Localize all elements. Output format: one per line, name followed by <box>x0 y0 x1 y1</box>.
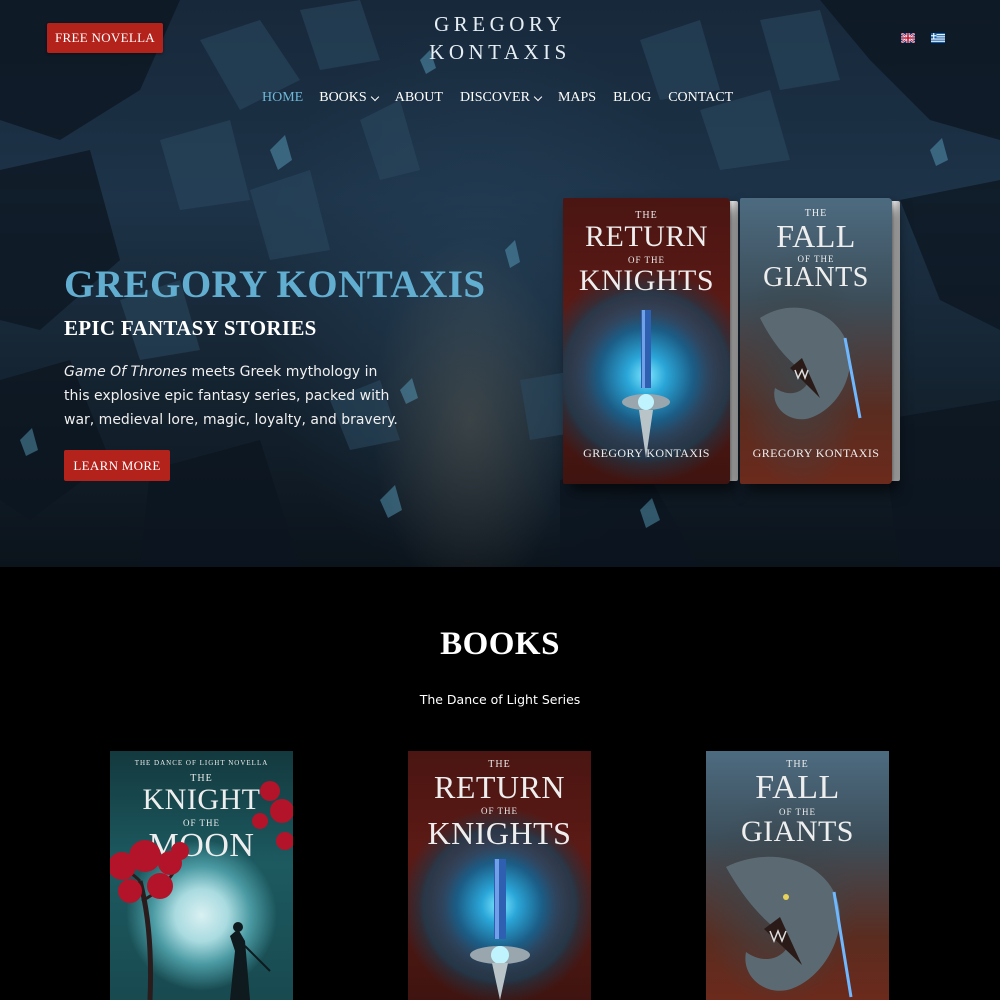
uk-flag-icon[interactable] <box>901 33 915 43</box>
nav-discover-label: DISCOVER <box>459 90 530 105</box>
nav-contact[interactable]: CONTACT <box>668 89 733 107</box>
book-pages <box>891 201 900 481</box>
nav-about[interactable]: ABOUT <box>395 89 443 107</box>
nav-books-label: BOOKS <box>319 90 367 105</box>
cover-title-word1: FALL <box>755 769 840 806</box>
learn-more-button[interactable]: LEARN MORE <box>64 450 170 481</box>
logo-line-2: KONTAXIS <box>429 40 571 64</box>
cover-title-word2: KNIGHTS <box>427 815 572 851</box>
cover-title-word1: RETURN <box>434 769 565 805</box>
hero-book-return-of-the-knights[interactable]: THE RETURN OF THE KNIGHTS GREGORY KONTAX… <box>563 198 738 484</box>
cover-title-word2: GIANTS <box>741 815 854 848</box>
nav-books[interactable]: BOOKS <box>319 89 379 107</box>
series-label: The Dance of Light Series <box>419 692 581 707</box>
nav-home[interactable]: HOME <box>262 89 303 107</box>
hero-section: FREE NOVELLA GREGORY KONTAXIS HOME BOOKS… <box>0 0 1000 567</box>
book-cover: THE RETURN OF THE KNIGHTS GREGORY KONTAX… <box>563 198 730 484</box>
sword-icon <box>622 310 670 458</box>
sword-icon <box>470 859 530 1000</box>
cover-title-word2: KNIGHTS <box>578 264 715 297</box>
free-novella-button[interactable]: FREE NOVELLA <box>47 23 163 53</box>
cover-title-word2: GIANTS <box>763 262 869 293</box>
book-card-fall-of-the-giants[interactable]: THE FALL OF THE GIANTS <box>706 751 889 1000</box>
hero-subtitle: EPIC FANTASY STORIES <box>64 316 317 340</box>
cover-author: GREGORY KONTAXIS <box>583 446 710 460</box>
cover-author: GREGORY KONTAXIS <box>752 446 880 460</box>
hero-description: Game Of Thrones meets Greek mythology in… <box>64 360 404 432</box>
nav-maps[interactable]: MAPS <box>558 89 596 107</box>
hero-book-fall-of-the-giants[interactable]: THE FALL OF THE GIANTS GREGORY KONTAXIS <box>740 198 900 484</box>
cover-title-word1: RETURN <box>585 220 708 253</box>
dragon-icon <box>726 856 853 998</box>
hero-title: GREGORY KONTAXIS <box>64 263 486 306</box>
cover-title-word1: FALL <box>776 218 856 254</box>
hero-description-emphasis: Game Of Thrones <box>64 364 188 380</box>
nav-discover[interactable]: DISCOVER <box>459 89 543 107</box>
book-pages <box>729 201 738 481</box>
book-cover: THE FALL OF THE GIANTS GREGORY KONTAXIS <box>740 198 892 484</box>
site-logo[interactable]: GREGORY KONTAXIS <box>420 14 580 63</box>
dragon-icon <box>760 307 862 420</box>
language-switcher <box>901 33 945 43</box>
red-tree-illustration <box>110 781 293 1000</box>
chevron-down-icon <box>370 92 379 102</box>
greece-flag-icon[interactable] <box>931 33 945 43</box>
chevron-down-icon <box>533 92 543 102</box>
book-card-knight-of-the-moon[interactable]: THE DANCE OF LIGHT NOVELLA THE KNIGHT OF… <box>110 751 293 1000</box>
main-nav: HOME BOOKS ABOUT DISCOVER MAPS BLOG CONT… <box>262 89 733 107</box>
logo-line-1: GREGORY <box>434 12 566 36</box>
nav-blog[interactable]: BLOG <box>613 89 651 107</box>
books-heading: BOOKS <box>440 626 560 662</box>
book-card-return-of-the-knights[interactable]: THE RETURN OF THE KNIGHTS <box>408 751 591 1000</box>
